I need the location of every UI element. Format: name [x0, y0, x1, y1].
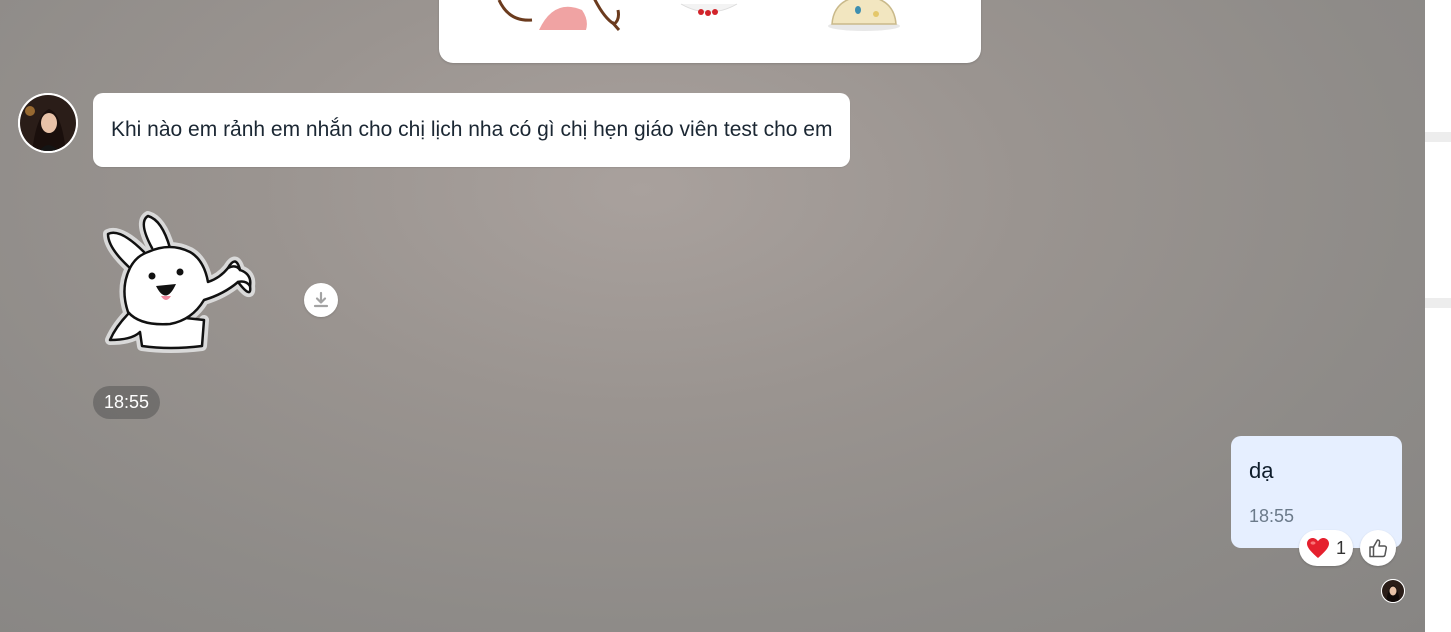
reaction-count: 1 — [1335, 537, 1346, 558]
divider — [1425, 298, 1451, 308]
right-panel-edge — [1425, 0, 1451, 632]
sticker-thumb-3[interactable] — [824, 0, 904, 32]
incoming-message-text: Khi nào em rảnh em nhắn cho chị lịch nha… — [111, 118, 833, 141]
sticker-thumb-1[interactable] — [494, 0, 624, 32]
outgoing-message-text: dạ — [1249, 458, 1274, 483]
like-button[interactable] — [1360, 530, 1396, 566]
sticker-thumb-2[interactable] — [677, 0, 741, 20]
reaction-heart-pill[interactable]: 1 — [1299, 530, 1353, 566]
outgoing-message-time: 18:55 — [1249, 506, 1295, 526]
seen-by-avatar — [1381, 579, 1405, 603]
divider — [1425, 132, 1451, 142]
download-icon — [313, 291, 329, 308]
sticker-panel — [439, 0, 981, 63]
heart-icon — [1306, 538, 1329, 558]
thumbs-up-icon — [1369, 539, 1388, 558]
chat-area: Khi nào em rảnh em nhắn cho chị lịch nha… — [0, 0, 1425, 632]
bunny-thumbs-up-sticker[interactable] — [100, 208, 260, 358]
download-button[interactable] — [304, 283, 338, 317]
sticker-timestamp: 18:55 — [93, 386, 161, 419]
incoming-message-bubble[interactable]: Khi nào em rảnh em nhắn cho chị lịch nha… — [93, 93, 851, 167]
sender-avatar[interactable] — [18, 93, 78, 153]
